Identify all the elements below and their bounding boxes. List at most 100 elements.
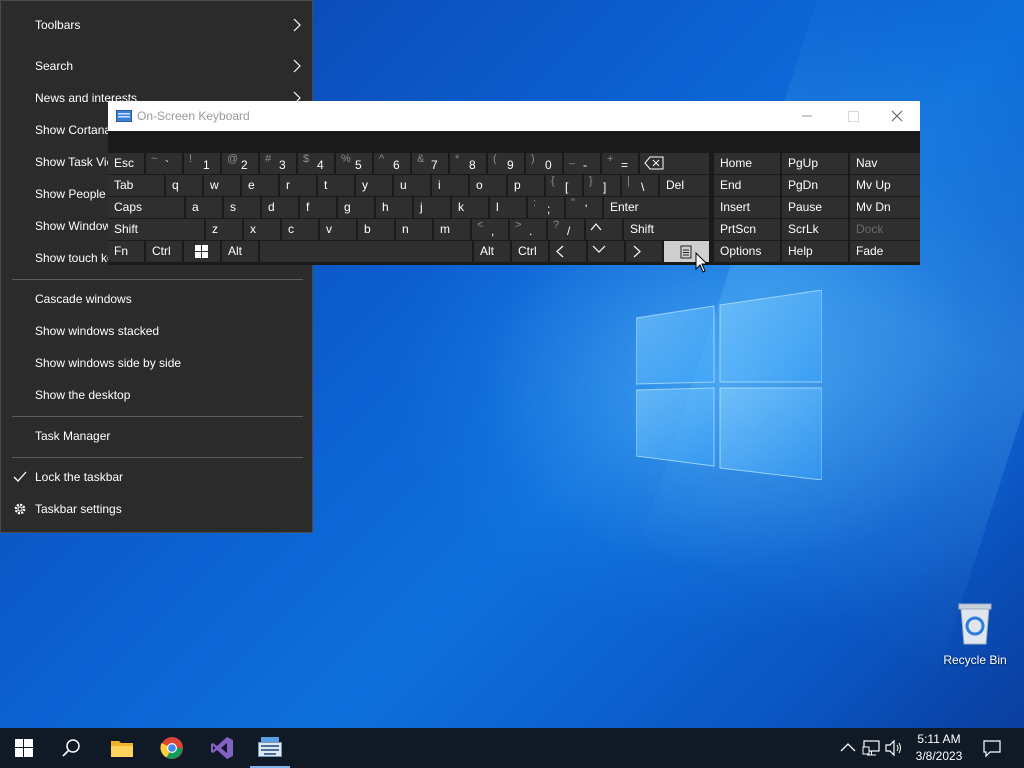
key-space[interactable] bbox=[260, 241, 472, 262]
key-prtscn[interactable]: PrtScn bbox=[714, 219, 780, 240]
key-pgdn[interactable]: PgDn bbox=[782, 175, 848, 196]
key-quote[interactable]: " ' bbox=[566, 197, 602, 218]
key-0[interactable]: ) 0 bbox=[526, 153, 562, 174]
key-u[interactable]: u bbox=[394, 175, 430, 196]
key-4[interactable]: $4 bbox=[298, 153, 334, 174]
key-comma[interactable]: <, bbox=[472, 219, 508, 240]
key-ctrl-left[interactable]: Ctrl bbox=[146, 241, 182, 262]
key-help[interactable]: Help bbox=[782, 241, 848, 262]
key-ctrl-right[interactable]: Ctrl bbox=[512, 241, 548, 262]
key-z[interactable]: z bbox=[206, 219, 242, 240]
key-fn[interactable]: Fn bbox=[108, 241, 144, 262]
key-e[interactable]: e bbox=[242, 175, 278, 196]
key-scrlk[interactable]: ScrLk bbox=[782, 219, 848, 240]
key-nav[interactable]: Nav bbox=[850, 153, 920, 174]
key-r[interactable]: r bbox=[280, 175, 316, 196]
key-n[interactable]: n bbox=[396, 219, 432, 240]
close-button[interactable] bbox=[874, 101, 920, 131]
key-caps[interactable]: Caps bbox=[108, 197, 184, 218]
key-options[interactable]: Options bbox=[714, 241, 780, 262]
key-mv-up[interactable]: Mv Up bbox=[850, 175, 920, 196]
key-equals[interactable]: + = bbox=[602, 153, 638, 174]
key-mv-dn[interactable]: Mv Dn bbox=[850, 197, 920, 218]
osk-title-bar[interactable]: On-Screen Keyboard bbox=[108, 101, 920, 131]
start-button[interactable] bbox=[0, 728, 48, 768]
key-tab[interactable]: Tab bbox=[108, 175, 164, 196]
key-l[interactable]: l bbox=[490, 197, 526, 218]
system-clock[interactable]: 5:11 AM 3/8/2023 bbox=[910, 731, 968, 765]
key-backtick[interactable]: ~ ` bbox=[146, 153, 182, 174]
key-close-bracket[interactable]: }] bbox=[584, 175, 620, 196]
file-explorer-button[interactable] bbox=[98, 728, 146, 768]
key-semicolon[interactable]: :; bbox=[528, 197, 564, 218]
network-icon[interactable] bbox=[862, 738, 882, 758]
key-2[interactable]: @2 bbox=[222, 153, 258, 174]
key-arrow-left[interactable] bbox=[550, 241, 586, 262]
key-period[interactable]: >. bbox=[510, 219, 546, 240]
key-arrow-up[interactable] bbox=[586, 219, 622, 240]
menu-item-taskbar-settings[interactable]: Taskbar settings bbox=[1, 494, 312, 524]
visual-studio-button[interactable] bbox=[198, 728, 246, 768]
key-minus[interactable]: _ - bbox=[564, 153, 600, 174]
menu-item-toolbars[interactable]: Toolbars bbox=[1, 10, 312, 40]
key-d[interactable]: d bbox=[262, 197, 298, 218]
key-v[interactable]: v bbox=[320, 219, 356, 240]
key-g[interactable]: g bbox=[338, 197, 374, 218]
key-alt-right[interactable]: Alt bbox=[474, 241, 510, 262]
notification-center-icon[interactable] bbox=[982, 738, 1002, 758]
key-arrow-down[interactable] bbox=[588, 241, 624, 262]
key-3[interactable]: #3 bbox=[260, 153, 296, 174]
key-f[interactable]: f bbox=[300, 197, 336, 218]
key-pause[interactable]: Pause bbox=[782, 197, 848, 218]
menu-item-task-manager[interactable]: Task Manager bbox=[1, 421, 312, 451]
key-slash[interactable]: ? / bbox=[548, 219, 584, 240]
key-h[interactable]: h bbox=[376, 197, 412, 218]
key-q[interactable]: q bbox=[166, 175, 202, 196]
volume-icon[interactable] bbox=[884, 738, 904, 758]
key-w[interactable]: w bbox=[204, 175, 240, 196]
key-a[interactable]: a bbox=[186, 197, 222, 218]
menu-item-cascade-windows[interactable]: Cascade windows bbox=[1, 284, 312, 314]
key-6[interactable]: ^ 6 bbox=[374, 153, 410, 174]
key-open-bracket[interactable]: {[ bbox=[546, 175, 582, 196]
chrome-button[interactable] bbox=[148, 728, 196, 768]
key-backslash[interactable]: | \ bbox=[622, 175, 658, 196]
menu-item-show-windows-side-by-side[interactable]: Show windows side by side bbox=[1, 348, 312, 378]
key-shift-left[interactable]: Shift bbox=[108, 219, 204, 240]
key-i[interactable]: i bbox=[432, 175, 468, 196]
key-o[interactable]: o bbox=[470, 175, 506, 196]
key-fade[interactable]: Fade bbox=[850, 241, 920, 262]
key-enter[interactable]: Enter bbox=[604, 197, 709, 218]
show-hidden-icons-chevron-up-icon[interactable] bbox=[838, 738, 858, 758]
menu-item-show-windows-stacked[interactable]: Show windows stacked bbox=[1, 316, 312, 346]
key-j[interactable]: j bbox=[414, 197, 450, 218]
search-button[interactable] bbox=[48, 728, 96, 768]
key-c[interactable]: c bbox=[282, 219, 318, 240]
key-x[interactable]: x bbox=[244, 219, 280, 240]
key-p[interactable]: p bbox=[508, 175, 544, 196]
recycle-bin[interactable]: Recycle Bin bbox=[940, 602, 1010, 667]
key-del[interactable]: Del bbox=[660, 175, 709, 196]
key-y[interactable]: y bbox=[356, 175, 392, 196]
key-5[interactable]: % 5 bbox=[336, 153, 372, 174]
key-m[interactable]: m bbox=[434, 219, 470, 240]
key-1[interactable]: ! 1 bbox=[184, 153, 220, 174]
key-t[interactable]: t bbox=[318, 175, 354, 196]
key-s[interactable]: s bbox=[224, 197, 260, 218]
key-esc[interactable]: Esc bbox=[108, 153, 144, 174]
menu-item-search[interactable]: Search bbox=[1, 51, 312, 81]
key-insert[interactable]: Insert bbox=[714, 197, 780, 218]
maximize-button[interactable] bbox=[830, 101, 876, 131]
key-dock[interactable]: Dock bbox=[850, 219, 920, 240]
key-7[interactable]: & 7 bbox=[412, 153, 448, 174]
key-shift-right[interactable]: Shift bbox=[624, 219, 709, 240]
key-arrow-right[interactable] bbox=[626, 241, 662, 262]
key-windows[interactable] bbox=[184, 241, 220, 262]
key-alt-left[interactable]: Alt bbox=[222, 241, 258, 262]
key-8[interactable]: * 8 bbox=[450, 153, 486, 174]
key-b[interactable]: b bbox=[358, 219, 394, 240]
on-screen-keyboard-taskbar-button[interactable] bbox=[246, 728, 294, 768]
key-home[interactable]: Home bbox=[714, 153, 780, 174]
key-k[interactable]: k bbox=[452, 197, 488, 218]
minimize-button[interactable] bbox=[784, 101, 830, 131]
